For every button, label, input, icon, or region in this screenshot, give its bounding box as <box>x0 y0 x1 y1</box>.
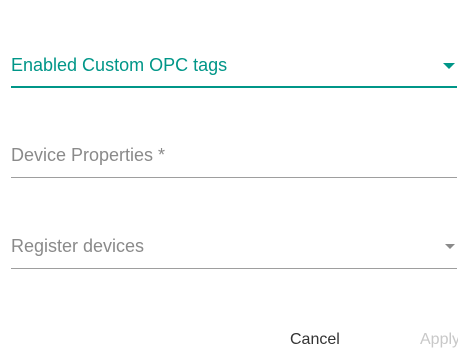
input-underline <box>11 177 457 178</box>
dropdown-arrow-icon <box>445 244 455 249</box>
device-properties-field[interactable] <box>11 138 457 178</box>
apply-button[interactable]: Apply <box>420 330 458 350</box>
select-underline <box>11 268 457 269</box>
dropdown-arrow-icon <box>443 63 455 69</box>
opc-tag-type-value: Enabled Custom OPC tags <box>11 55 228 75</box>
cancel-button[interactable]: Cancel <box>290 330 340 350</box>
opc-tag-type-select[interactable]: Enabled Custom OPC tags <box>11 48 457 88</box>
select-underline <box>11 86 457 88</box>
dialog-form: Enabled Custom OPC tags Register devices… <box>0 0 458 355</box>
device-properties-input[interactable] <box>11 144 431 166</box>
register-devices-placeholder: Register devices <box>11 236 145 256</box>
register-devices-select[interactable]: Register devices <box>11 229 457 269</box>
